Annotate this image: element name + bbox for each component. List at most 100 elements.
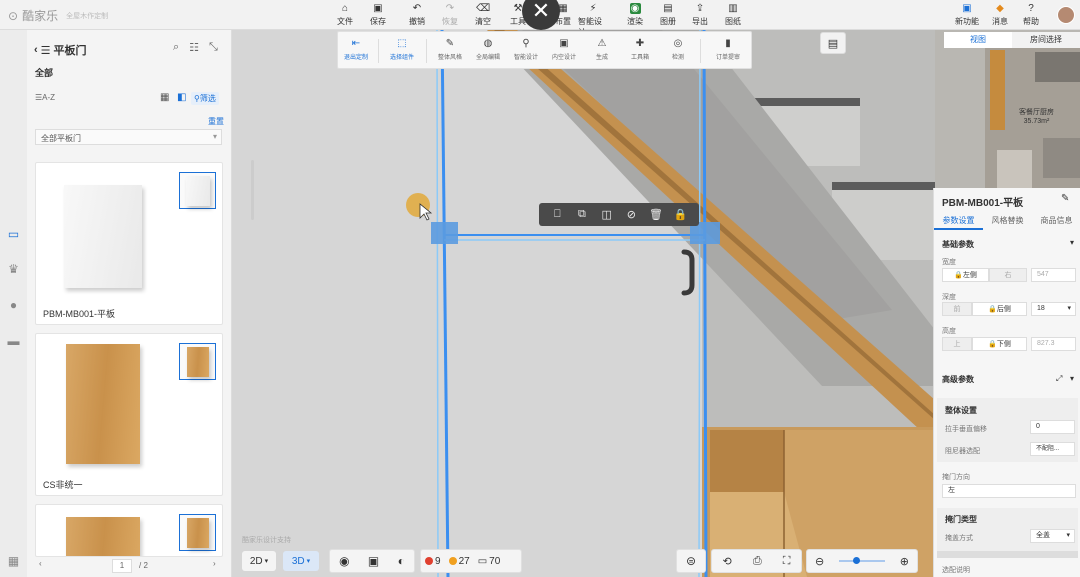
check-button[interactable]: ◎ 检测 xyxy=(660,38,696,61)
album-button[interactable]: ▤ 图册 xyxy=(654,3,682,27)
global-edit-button[interactable]: ◍ 全局编辑 xyxy=(470,38,506,61)
zoom-slider-handle[interactable] xyxy=(853,557,860,564)
cabinet-category-icon[interactable]: ▭ xyxy=(5,226,22,242)
depth-input[interactable]: 18 ▾ xyxy=(1031,302,1076,316)
sort-button[interactable]: ☰A-Z xyxy=(35,93,55,102)
copy-icon[interactable]: ⧉ xyxy=(575,208,589,221)
product-thumbnail[interactable] xyxy=(179,343,216,380)
height-bottom-toggle[interactable]: 🔒 下侧 xyxy=(972,337,1027,351)
crown-icon[interactable]: ♛ xyxy=(5,261,22,277)
collapse-bar[interactable] xyxy=(937,551,1078,558)
style-icon[interactable]: ◐ xyxy=(398,554,405,568)
file-button[interactable]: ⌂ 文件 xyxy=(331,3,359,27)
avatar[interactable] xyxy=(1057,6,1075,24)
tab-view[interactable]: 视图 xyxy=(944,32,1012,48)
grid-view-icon[interactable]: ▦ xyxy=(160,92,169,103)
list-view-icon[interactable]: ◧ xyxy=(177,92,186,103)
sofa-icon[interactable]: ▬ xyxy=(5,333,22,349)
category-select[interactable]: 全部平板门 ▾ xyxy=(35,129,222,145)
height-input[interactable]: 827.3 xyxy=(1031,337,1076,351)
settings-icon[interactable]: ☷ xyxy=(189,41,199,54)
fit-view-icon[interactable]: ⛶ xyxy=(783,555,791,568)
export-button[interactable]: ⇪ 导出 xyxy=(686,3,714,27)
toolbox-button[interactable]: ✚ 工具箱 xyxy=(622,38,658,61)
render-button[interactable]: ◉ 渲染 xyxy=(621,3,649,27)
handle-offset-input[interactable]: 0 xyxy=(1030,420,1075,434)
mirror-icon[interactable]: ◫ xyxy=(600,208,614,221)
settings-toggle-button[interactable]: ⊜ xyxy=(676,549,706,573)
filter-button[interactable]: ⚲筛选 xyxy=(191,92,219,105)
clear-button[interactable]: ⌫ 清空 xyxy=(469,3,497,27)
interior-design-button[interactable]: ▣ 内空设计 xyxy=(546,38,582,61)
damper-select[interactable]: 不配阻... xyxy=(1030,442,1075,456)
catalog-item[interactable] xyxy=(35,504,223,557)
user-icon[interactable]: ● xyxy=(5,297,22,313)
order-review-button[interactable]: ▮ 订单提审 xyxy=(710,38,746,61)
help-button[interactable]: ? 帮助 xyxy=(1017,3,1045,27)
calculator-icon[interactable]: ▦ xyxy=(5,553,22,569)
zoom-out-icon[interactable]: ⊖ xyxy=(815,555,824,568)
generate-button[interactable]: ⚠ 生成 xyxy=(584,38,620,61)
depth-front-toggle[interactable]: 前 xyxy=(942,302,972,316)
product-thumbnail[interactable] xyxy=(179,514,216,551)
item-count[interactable]: ▭ 70 xyxy=(478,556,501,567)
smart-design-sub-button[interactable]: ⚲ 智能设计 xyxy=(508,38,544,61)
eye-icon[interactable]: ◉ xyxy=(339,554,349,568)
tab-style-replace[interactable]: 风格替换 xyxy=(983,212,1032,230)
new-feature-button[interactable]: ▣ 新功能 xyxy=(953,3,981,27)
catalog-item[interactable]: PBM-MB001-平板 xyxy=(35,162,223,325)
clipboard-button[interactable]: ▤ xyxy=(820,32,846,54)
lock-icon[interactable]: 🔒 xyxy=(674,208,688,221)
tab-product-info[interactable]: 商品信息 xyxy=(1032,212,1080,230)
catalog-scrollbar[interactable] xyxy=(251,160,254,220)
zoom-slider[interactable] xyxy=(839,557,885,564)
tab-room-select[interactable]: 房间选择 xyxy=(1012,32,1080,48)
chevron-down-icon: ▾ xyxy=(1067,305,1071,312)
page-input[interactable]: 1 xyxy=(112,559,132,573)
camera-save-icon[interactable]: ⎙ xyxy=(753,555,762,568)
edit-icon[interactable]: ✎ xyxy=(1061,193,1069,204)
prev-page-icon[interactable]: ‹ xyxy=(39,559,42,568)
width-left-toggle[interactable]: 🔒 左侧 xyxy=(942,268,989,282)
hide-icon[interactable]: ⊘ xyxy=(624,208,638,221)
select-component-button[interactable]: ⬚ 选择组件 xyxy=(384,38,420,61)
save-button[interactable]: ▣ 保存 xyxy=(364,3,392,27)
height-top-toggle[interactable]: 上 xyxy=(942,337,972,351)
minimap[interactable]: 客餐厅厨房 35.73m² xyxy=(935,30,1080,190)
search-icon[interactable]: ⌕ xyxy=(173,41,179,54)
cover-method-select[interactable]: 全盖 ▾ xyxy=(1030,529,1075,543)
redo-button[interactable]: ↷ 恢复 xyxy=(436,3,464,27)
open-direction-select[interactable]: 左 xyxy=(942,484,1076,498)
3d-viewport[interactable]: 酷家乐设计支持 xyxy=(232,30,935,577)
undo-button[interactable]: ↶ 撤销 xyxy=(403,3,431,27)
camera-reset-icon[interactable]: ⟲ xyxy=(723,555,732,568)
collapse-icon[interactable]: ⤡ xyxy=(209,41,218,54)
drawing-button[interactable]: ▥ 图纸 xyxy=(719,3,747,27)
expand-icon[interactable]: ⤢ xyxy=(1056,374,1062,384)
chevron-down-icon[interactable]: ▾ xyxy=(1070,238,1074,247)
depth-back-toggle[interactable]: 🔒 后侧 xyxy=(972,302,1027,316)
view-2d-button[interactable]: 2D ▾ xyxy=(242,551,276,571)
view-3d-button[interactable]: 3D ▾ xyxy=(283,551,319,571)
chevron-down-icon[interactable]: ▾ xyxy=(1070,374,1074,383)
width-input[interactable]: 547 xyxy=(1031,268,1076,282)
error-count[interactable]: 9 xyxy=(425,556,441,567)
overall-style-button[interactable]: ✎ 整体风格 xyxy=(432,38,468,61)
product-thumbnail[interactable] xyxy=(179,172,216,209)
reset-link[interactable]: 重置 xyxy=(208,116,224,127)
width-right-toggle[interactable]: 右 xyxy=(989,268,1027,282)
message-button[interactable]: ◆ 消息 xyxy=(986,3,1014,27)
cube-icon[interactable]: ▣ xyxy=(368,554,379,568)
catalog-item[interactable]: CS非统一 xyxy=(35,333,223,496)
next-page-icon[interactable]: › xyxy=(213,559,216,568)
zoom-in-icon[interactable]: ⊕ xyxy=(900,555,909,568)
app-logo[interactable]: ⊙ 酷家乐 全屋木作定制 xyxy=(8,7,108,24)
tab-parameters[interactable]: 参数设置 xyxy=(934,212,983,230)
exit-custom-button[interactable]: ⇤ 退出定制 xyxy=(338,38,374,61)
warning-count[interactable]: 27 xyxy=(448,556,470,567)
door-icon[interactable]: ⎕ xyxy=(550,208,564,221)
open-direction-label: 掩门方向 xyxy=(942,474,970,481)
back-chevron-icon[interactable]: ‹ xyxy=(34,44,38,56)
delete-icon[interactable]: 🗑 xyxy=(649,208,663,221)
catalog-breadcrumb[interactable]: 全部 xyxy=(35,66,53,79)
